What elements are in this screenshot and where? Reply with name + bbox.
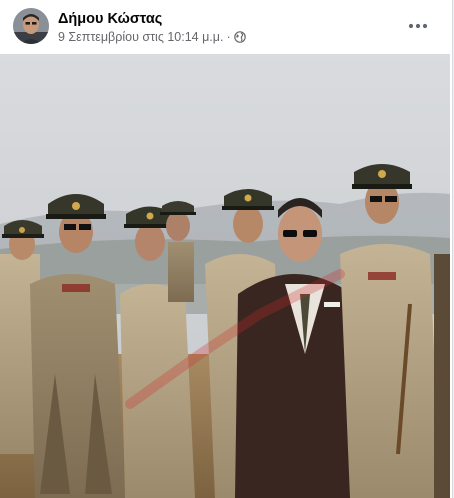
- globe-icon[interactable]: [233, 31, 246, 43]
- author-name[interactable]: Δήμου Κώστας: [58, 11, 162, 27]
- avatar-photo: [13, 8, 49, 44]
- post-photo[interactable]: [0, 54, 450, 498]
- post-header: Δήμου Κώστας 9 Σεπτεμβρίου στις 10:14 μ.…: [0, 0, 452, 54]
- post-card: Δήμου Κώστας 9 Σεπτεμβρίου στις 10:14 μ.…: [0, 0, 453, 498]
- meta-separator: ·: [226, 30, 231, 44]
- post-timestamp[interactable]: 9 Σεπτεμβρίου στις 10:14 μ.μ.: [58, 30, 223, 44]
- more-horizontal-icon: [408, 23, 428, 29]
- post-meta: 9 Σεπτεμβρίου στις 10:14 μ.μ. ·: [58, 30, 246, 44]
- more-options-button[interactable]: [400, 10, 436, 42]
- photo-military-group: [0, 54, 450, 498]
- author-avatar[interactable]: [13, 8, 49, 44]
